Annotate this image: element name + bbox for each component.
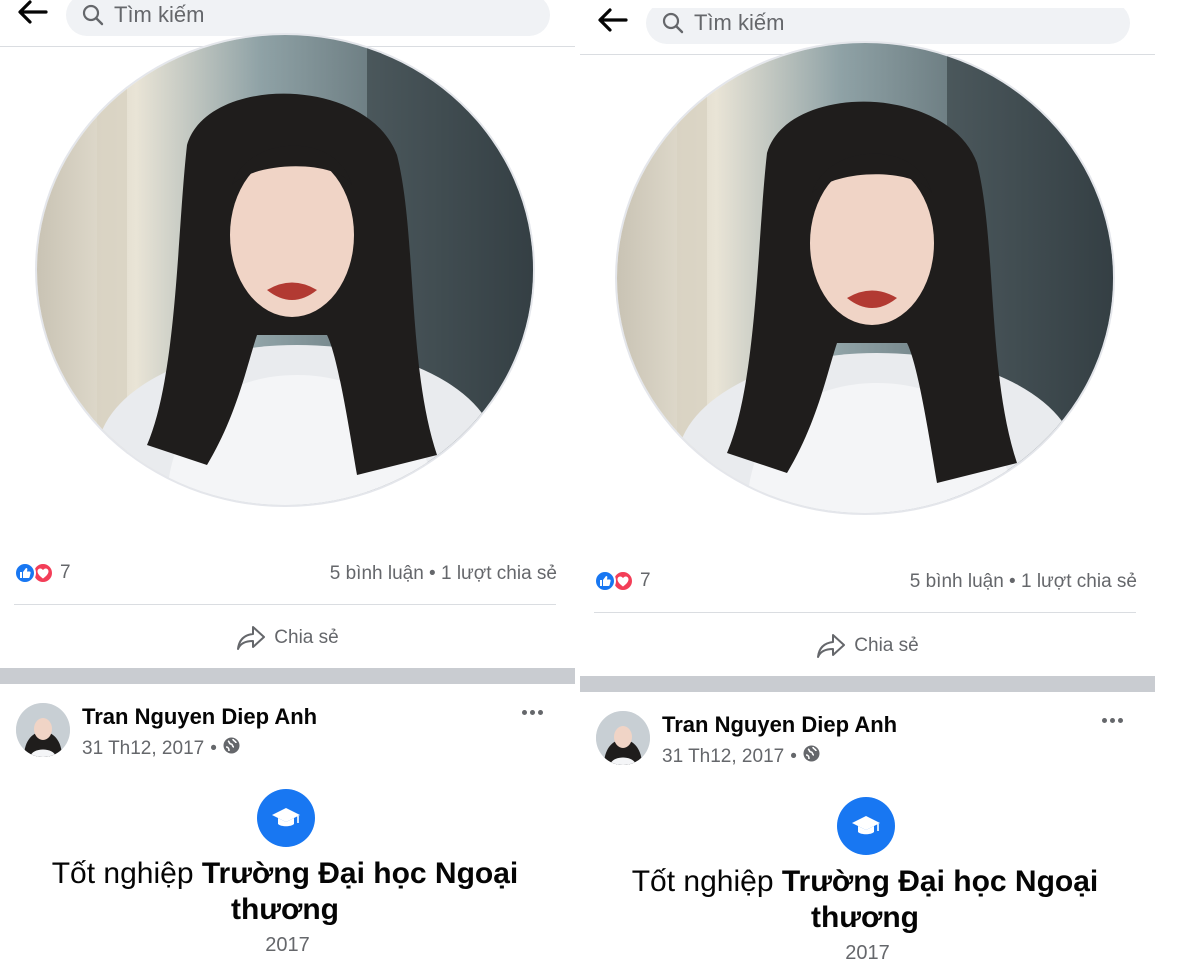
post-date[interactable]: 31 Th12, 2017 bbox=[82, 738, 204, 760]
more-icon bbox=[521, 709, 527, 715]
life-event-title: Tốt nghiệp Trường Đại học Ngoại thương bbox=[30, 856, 540, 928]
profile-photo[interactable] bbox=[617, 43, 1113, 513]
event-prefix: Tốt nghiệp bbox=[51, 857, 202, 890]
event-prefix: Tốt nghiệp bbox=[631, 865, 782, 898]
avatar[interactable] bbox=[16, 703, 70, 757]
section-separator bbox=[0, 668, 575, 684]
search-input[interactable]: Tìm kiếm bbox=[66, 0, 550, 36]
more-options-button[interactable] bbox=[517, 700, 547, 724]
search-placeholder: Tìm kiếm bbox=[694, 10, 785, 35]
divider bbox=[14, 604, 556, 605]
share-button[interactable]: Chia sẻ bbox=[0, 618, 575, 658]
graduation-cap-icon bbox=[837, 797, 895, 855]
life-event-year: 2017 bbox=[265, 934, 310, 956]
event-school[interactable]: Trường Đại học Ngoại thương bbox=[202, 857, 518, 926]
like-icon bbox=[14, 562, 36, 584]
search-icon bbox=[662, 12, 684, 34]
search-icon bbox=[82, 4, 104, 26]
back-button[interactable] bbox=[14, 0, 50, 30]
divider bbox=[594, 612, 1136, 613]
profile-photo[interactable] bbox=[37, 35, 533, 505]
share-button[interactable]: Chia sẻ bbox=[580, 626, 1155, 666]
life-event-title: Tốt nghiệp Trường Đại học Ngoại thương bbox=[610, 864, 1120, 936]
meta-separator: • bbox=[790, 745, 797, 767]
post-author-name[interactable]: Tran Nguyen Diep Anh bbox=[82, 704, 317, 730]
event-school[interactable]: Trường Đại học Ngoại thương bbox=[782, 865, 1098, 934]
more-options-button[interactable] bbox=[1097, 708, 1127, 732]
share-label: Chia sẻ bbox=[854, 635, 919, 656]
avatar-image bbox=[16, 703, 70, 757]
share-label: Chia sẻ bbox=[274, 627, 339, 648]
graduation-cap-icon bbox=[257, 789, 315, 847]
globe-icon bbox=[223, 737, 240, 760]
like-icon bbox=[594, 570, 616, 592]
back-arrow-icon bbox=[598, 8, 628, 32]
profile-photo-image bbox=[37, 35, 533, 505]
section-separator bbox=[580, 676, 1155, 692]
post-meta: 31 Th12, 2017 • bbox=[662, 745, 820, 768]
reactions-summary[interactable]: 7 bbox=[14, 562, 71, 584]
profile-screen-right: Tìm kiếm 7 5 bình luận • 1 lượt chia sẻ … bbox=[580, 8, 1155, 968]
avatar-image bbox=[596, 711, 650, 765]
post-meta: 31 Th12, 2017 • bbox=[82, 737, 240, 760]
life-event-year: 2017 bbox=[845, 942, 890, 964]
globe-icon bbox=[803, 745, 820, 768]
profile-screen-left: Tìm kiếm 7 5 bình luận • 1 lượt chia sẻ … bbox=[0, 0, 575, 968]
search-input[interactable]: Tìm kiếm bbox=[646, 8, 1130, 44]
comments-shares-stats[interactable]: 5 bình luận • 1 lượt chia sẻ bbox=[330, 563, 557, 585]
back-button[interactable] bbox=[594, 8, 630, 38]
share-icon bbox=[816, 633, 846, 659]
comments-shares-stats[interactable]: 5 bình luận • 1 lượt chia sẻ bbox=[910, 571, 1137, 593]
search-placeholder: Tìm kiếm bbox=[114, 2, 205, 27]
reaction-count: 7 bbox=[60, 562, 71, 583]
back-arrow-icon bbox=[18, 0, 48, 24]
avatar[interactable] bbox=[596, 711, 650, 765]
share-icon bbox=[236, 625, 266, 651]
profile-photo-image bbox=[617, 43, 1113, 513]
post-author-name[interactable]: Tran Nguyen Diep Anh bbox=[662, 712, 897, 738]
more-icon bbox=[1101, 717, 1107, 723]
reactions-summary[interactable]: 7 bbox=[594, 570, 651, 592]
reaction-count: 7 bbox=[640, 570, 651, 591]
post-date[interactable]: 31 Th12, 2017 bbox=[662, 746, 784, 768]
meta-separator: • bbox=[210, 737, 217, 759]
